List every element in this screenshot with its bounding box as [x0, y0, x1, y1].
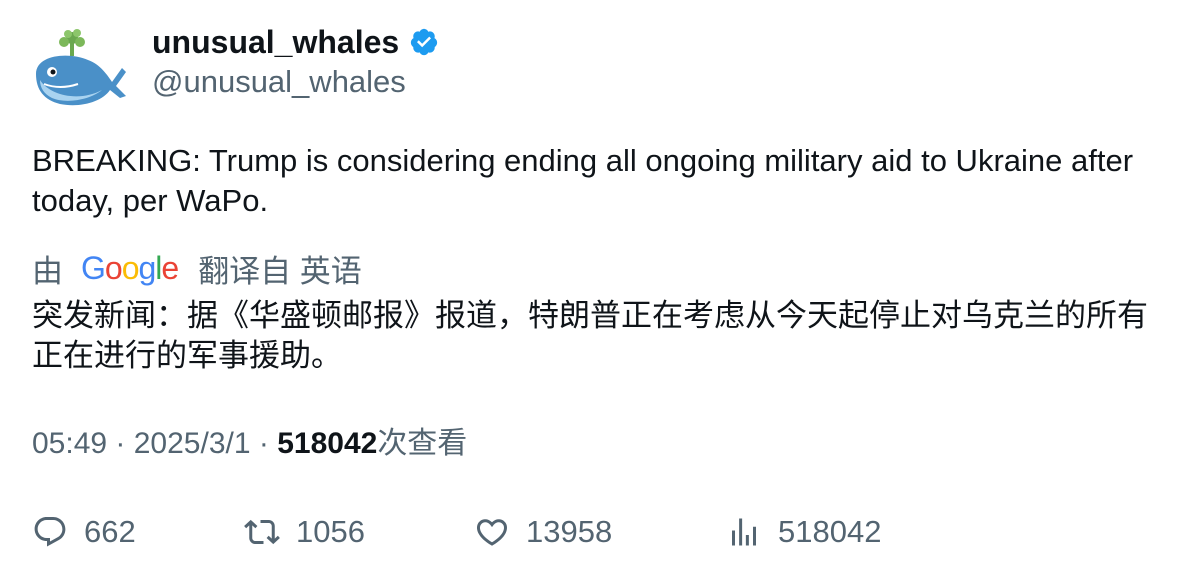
- retweet-icon: [244, 519, 280, 545]
- views-count: 518042: [277, 427, 378, 460]
- reply-count: 662: [84, 514, 136, 549]
- reply-icon: [34, 517, 66, 547]
- action-bar: 662 1056 13958 518042: [32, 510, 1172, 554]
- like-count: 13958: [526, 514, 613, 549]
- google-logo: Google: [81, 249, 179, 286]
- reply-button[interactable]: 662: [32, 510, 136, 554]
- tweet-date[interactable]: 2025/3/1: [134, 427, 251, 460]
- views-button[interactable]: 518042: [726, 510, 881, 554]
- retweet-button[interactable]: 1056: [244, 510, 365, 554]
- translated-text: 突发新闻：据《华盛顿邮报》报道，特朗普正在考虑从今天起停止对乌克兰的所有正在进行…: [32, 298, 1148, 373]
- like-button[interactable]: 13958: [474, 510, 612, 554]
- whale-avatar-icon: [36, 29, 126, 106]
- display-name[interactable]: unusual_whales: [152, 22, 399, 62]
- views-label: 次查看: [377, 427, 468, 460]
- views-action-count: 518042: [778, 514, 882, 549]
- verified-badge-icon: [411, 28, 438, 56]
- translation-suffix-label: 翻译自 英语: [198, 253, 362, 289]
- heart-icon: [476, 519, 508, 546]
- bar-chart-icon: [732, 518, 756, 546]
- tweet-time[interactable]: 05:49: [32, 427, 107, 460]
- translation-by-label: 由: [32, 253, 63, 289]
- tweet-meta: 05:49 · 2025/3/1 · 518042次查看: [32, 424, 467, 464]
- retweet-count: 1056: [296, 514, 365, 549]
- meta-separator: ·: [250, 427, 278, 460]
- tweet-text: BREAKING: Trump is considering ending al…: [32, 143, 1134, 218]
- meta-separator: ·: [107, 427, 134, 460]
- author-handle[interactable]: @unusual_whales: [152, 62, 406, 102]
- translation-attribution: 由 Google 翻译自 英语: [32, 246, 362, 290]
- avatar[interactable]: [30, 24, 130, 114]
- author-name-row[interactable]: unusual_whales: [152, 22, 439, 62]
